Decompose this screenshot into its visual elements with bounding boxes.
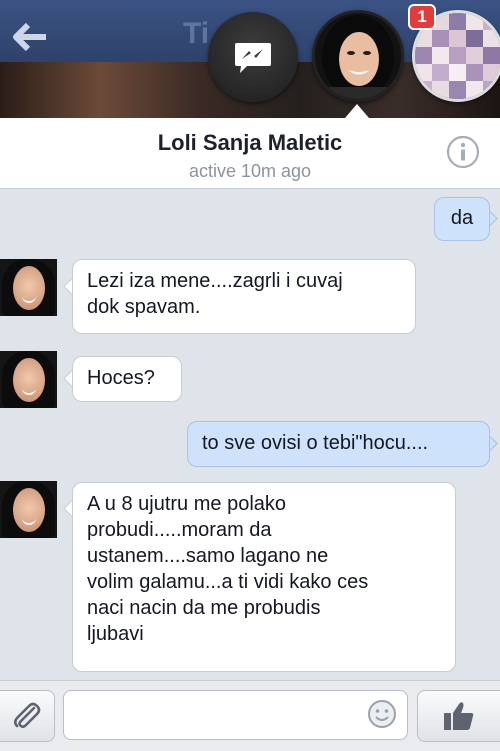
message-line: A u 8 ujutru me polako (87, 493, 287, 515)
message-line: Hoces? (87, 367, 155, 389)
message-line: volim galamu...a ti vidi kako ces (87, 571, 369, 593)
contact-header: Loli Sanja Maletic active 10m ago (0, 118, 500, 189)
messenger-chathead[interactable] (208, 12, 298, 102)
message-composer (0, 680, 500, 751)
message-text: to sve ovisi o tebi"hocu.... (202, 432, 429, 454)
contact-name[interactable]: Loli Sanja Maletic (0, 130, 500, 156)
sender-avatar[interactable] (0, 259, 57, 316)
message-line: ustanem....samo lagano ne (87, 545, 329, 567)
message-incoming[interactable]: A u 8 ujutru me polako probudi.....moram… (72, 482, 456, 672)
message-outgoing[interactable]: da (434, 197, 490, 241)
contact-chathead[interactable] (312, 10, 404, 102)
message-text: da (450, 207, 474, 229)
message-incoming[interactable]: Lezi iza mene....zagrli i cuvaj dok spav… (72, 259, 416, 334)
message-line: probudi.....moram da (87, 519, 272, 541)
messenger-bolt-icon (235, 43, 271, 73)
attach-button[interactable] (0, 690, 55, 742)
paperclip-icon (13, 702, 41, 729)
message-incoming[interactable]: Hoces? (72, 356, 182, 402)
info-icon[interactable] (446, 135, 480, 169)
contact-status: active 10m ago (188, 161, 312, 181)
sender-avatar[interactable] (0, 481, 57, 538)
active-chathead-pointer (345, 104, 369, 118)
contact-avatar-image (315, 13, 401, 99)
smiley-icon[interactable] (367, 699, 397, 729)
back-arrow-icon[interactable] (12, 22, 48, 52)
thumbs-up-icon (444, 702, 474, 730)
message-line: dok spavam. (87, 296, 201, 318)
message-line: Lezi iza mene....zagrli i cuvaj (87, 270, 343, 292)
message-line: naci nacin da me probudis (87, 597, 321, 619)
message-line: ljubavi (87, 623, 144, 645)
like-button[interactable] (417, 690, 500, 742)
message-input[interactable] (63, 690, 408, 740)
notification-badge: 1 (408, 4, 436, 30)
sender-avatar[interactable] (0, 351, 57, 408)
message-outgoing[interactable]: to sve ovisi o tebi"hocu.... (187, 421, 490, 467)
